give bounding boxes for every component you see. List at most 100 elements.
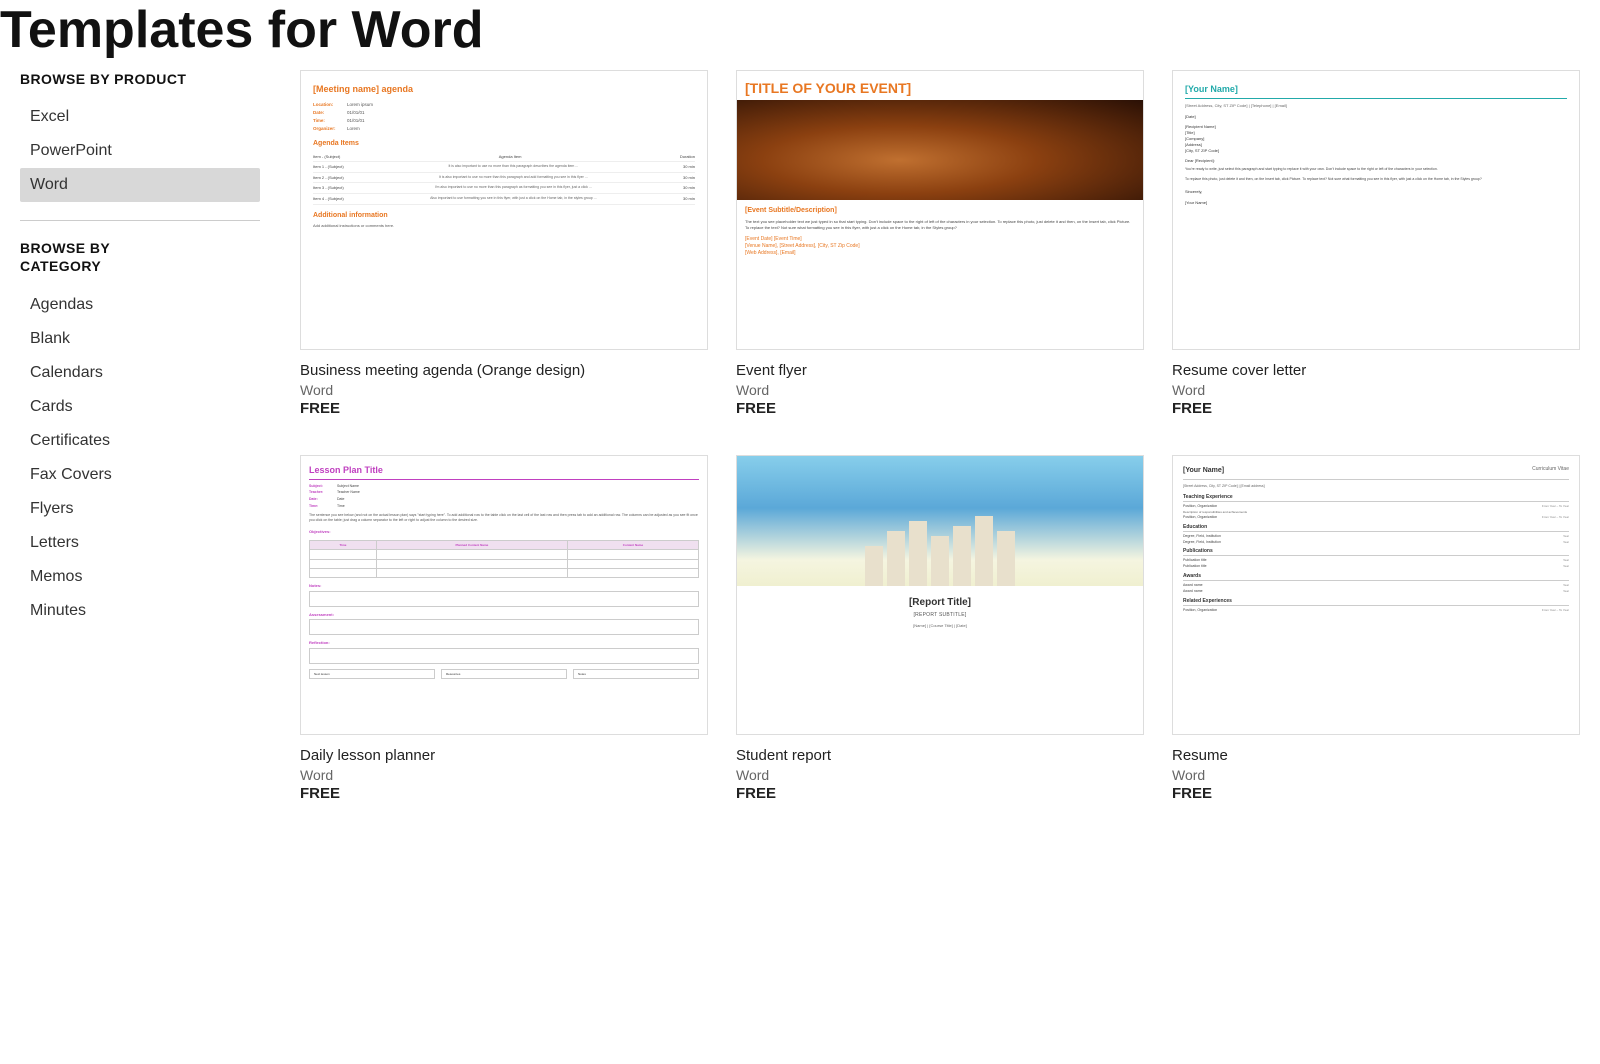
sidebar-item-cards[interactable]: Cards — [20, 390, 260, 424]
template-info-lesson: Daily lesson planner Word FREE — [300, 745, 708, 804]
agenda-footer-title: Additional information — [313, 211, 695, 221]
resume-exp-row-3: Position, OrganizationFrom Year – To Yea… — [1183, 515, 1569, 520]
lesson-reflection-label: Reflection: — [309, 640, 699, 646]
cl-addr: [Street Address, City, ST ZIP Code] | [T… — [1185, 103, 1567, 109]
template-card-resume[interactable]: [Your Name] Curriculum Vitae [Street Add… — [1172, 455, 1580, 804]
sidebar-item-memos[interactable]: Memos — [20, 560, 260, 594]
template-thumbnail-event: [TITLE OF YOUR EVENT] [Event Subtitle/De… — [736, 70, 1144, 350]
resume-cv-label: Curriculum Vitae — [1532, 466, 1569, 476]
template-grid: [Meeting name] agenda Location:Lorem ips… — [300, 70, 1580, 804]
resume-award-row-1: Award nameYear — [1183, 583, 1569, 588]
sidebar-item-fax-covers[interactable]: Fax Covers — [20, 458, 260, 492]
template-price-event: FREE — [736, 400, 1144, 417]
resume-address: [Street Address, City, ST ZIP Code] | [E… — [1183, 484, 1569, 489]
resume-name: [Your Name] — [1183, 466, 1224, 476]
template-price-agenda: FREE — [300, 400, 708, 417]
lesson-table: Time Planned Content Name Content Name — [309, 540, 699, 578]
lesson-assessment-label: Assessment: — [309, 612, 699, 618]
resume-exp-row-2: Description of responsibilities and achi… — [1183, 510, 1569, 514]
resume-section-awards: Awards — [1183, 573, 1569, 581]
cl-close: Sincerely,[Your Name] — [1185, 189, 1567, 206]
cl-date: [Date] — [1185, 114, 1567, 120]
event-desc: The text you see placeholder text we jus… — [737, 219, 1143, 231]
template-name-coverletter: Resume cover letter — [1172, 362, 1580, 379]
sidebar-item-letters[interactable]: Letters — [20, 526, 260, 560]
template-info-coverletter: Resume cover letter Word FREE — [1172, 360, 1580, 419]
sidebar-item-excel[interactable]: Excel — [20, 100, 260, 134]
sidebar-item-calendars[interactable]: Calendars — [20, 356, 260, 390]
template-product-coverletter: Word — [1172, 382, 1580, 398]
agenda-section-title: Agenda Items — [313, 139, 695, 149]
sidebar-item-minutes[interactable]: Minutes — [20, 594, 260, 628]
template-info-agenda: Business meeting agenda (Orange design) … — [300, 360, 708, 419]
template-card-resume-cover-letter[interactable]: [Your Name] [Street Address, City, ST ZI… — [1172, 70, 1580, 419]
cl-name: [Your Name] — [1185, 83, 1567, 99]
lesson-reflection-box — [309, 648, 699, 664]
event-title: [TITLE OF YOUR EVENT] — [737, 71, 1143, 100]
sidebar-item-word[interactable]: Word — [20, 168, 260, 202]
lesson-footer-row: Next lesson Resources Notes — [309, 669, 699, 679]
resume-edu-row-2: Degree, Field, InstitutionYear — [1183, 540, 1569, 545]
template-price-lesson: FREE — [300, 785, 708, 802]
resume-section-publications: Publications — [1183, 548, 1569, 556]
resume-header: [Your Name] Curriculum Vitae — [1183, 466, 1569, 480]
template-info-report: Student report Word FREE — [736, 745, 1144, 804]
template-price-coverletter: FREE — [1172, 400, 1580, 417]
template-name-lesson: Daily lesson planner — [300, 747, 708, 764]
cl-body2: To replace this photo, just delete it an… — [1185, 177, 1567, 183]
sidebar-item-flyers[interactable]: Flyers — [20, 492, 260, 526]
agenda-preview-title: [Meeting name] agenda — [313, 83, 695, 96]
template-name-report: Student report — [736, 747, 1144, 764]
template-thumbnail-report: [Report Title] [REPORT SUBTITLE] [Name] … — [736, 455, 1144, 735]
template-card-business-meeting-agenda[interactable]: [Meeting name] agenda Location:Lorem ips… — [300, 70, 708, 419]
resume-award-row-2: Award nameYear — [1183, 589, 1569, 594]
lesson-assessment-box — [309, 619, 699, 635]
template-thumbnail-agenda: [Meeting name] agenda Location:Lorem ips… — [300, 70, 708, 350]
browse-by-category-heading: BROWSE BYCATEGORY — [20, 239, 260, 275]
sidebar-item-certificates[interactable]: Certificates — [20, 424, 260, 458]
main-content: [Meeting name] agenda Location:Lorem ips… — [280, 60, 1600, 814]
event-preview: [TITLE OF YOUR EVENT] [Event Subtitle/De… — [737, 71, 1143, 349]
resume-section-teaching: Teaching Experience — [1183, 494, 1569, 502]
template-name-event: Event flyer — [736, 362, 1144, 379]
template-card-daily-lesson-planner[interactable]: Lesson Plan Title Subject:Subject Name T… — [300, 455, 708, 804]
sidebar-item-agendas[interactable]: Agendas — [20, 288, 260, 322]
template-thumbnail-resume: [Your Name] Curriculum Vitae [Street Add… — [1172, 455, 1580, 735]
template-thumbnail-lesson: Lesson Plan Title Subject:Subject Name T… — [300, 455, 708, 735]
resume-preview: [Your Name] Curriculum Vitae [Street Add… — [1173, 456, 1579, 734]
event-image — [737, 100, 1143, 200]
page-title: Templates for Word — [0, 0, 1600, 60]
report-image — [737, 456, 1143, 586]
template-name-agenda: Business meeting agenda (Orange design) — [300, 362, 708, 379]
report-preview: [Report Title] [REPORT SUBTITLE] [Name] … — [737, 456, 1143, 734]
event-footer: [Event Date] [Event Time] [Venue Name], … — [737, 231, 1143, 262]
sidebar-item-powerpoint[interactable]: PowerPoint — [20, 134, 260, 168]
resume-section-related: Related Experiences — [1183, 598, 1569, 606]
resume-pub-row-1: Publication titleYear — [1183, 558, 1569, 563]
event-subtitle: [Event Subtitle/Description] — [737, 200, 1143, 219]
template-price-resume: FREE — [1172, 785, 1580, 802]
resume-pub-row-2: Publication titleYear — [1183, 564, 1569, 569]
resume-edu-row-1: Degree, Field, InstitutionYear — [1183, 534, 1569, 539]
report-columns — [778, 506, 1103, 586]
page-header: Templates for Word — [0, 0, 1600, 60]
sidebar-item-blank[interactable]: Blank — [20, 322, 260, 356]
cl-body1: You're ready to write, just select this … — [1185, 167, 1567, 173]
layout: BROWSE BY PRODUCT Excel PowerPoint Word … — [0, 60, 1600, 854]
report-subtitle: [REPORT SUBTITLE] — [737, 612, 1143, 619]
template-price-report: FREE — [736, 785, 1144, 802]
template-info-resume: Resume Word FREE — [1172, 745, 1580, 804]
coverletter-preview: [Your Name] [Street Address, City, ST ZI… — [1173, 71, 1579, 349]
template-product-lesson: Word — [300, 767, 708, 783]
template-name-resume: Resume — [1172, 747, 1580, 764]
cl-salutation: Dear [Recipient]: — [1185, 158, 1567, 164]
template-thumbnail-coverletter: [Your Name] [Street Address, City, ST ZI… — [1172, 70, 1580, 350]
template-product-agenda: Word — [300, 382, 708, 398]
lesson-notes-label: Notes: — [309, 583, 699, 589]
template-info-event: Event flyer Word FREE — [736, 360, 1144, 419]
agenda-footer-text: Add additional instructions or comments … — [313, 223, 695, 229]
cl-recipient: [Recipient Name][Title][Company][Address… — [1185, 124, 1567, 154]
template-card-student-report[interactable]: [Report Title] [REPORT SUBTITLE] [Name] … — [736, 455, 1144, 804]
lesson-desc: The sentence you see below (and not on t… — [309, 513, 699, 524]
template-card-event-flyer[interactable]: [TITLE OF YOUR EVENT] [Event Subtitle/De… — [736, 70, 1144, 419]
